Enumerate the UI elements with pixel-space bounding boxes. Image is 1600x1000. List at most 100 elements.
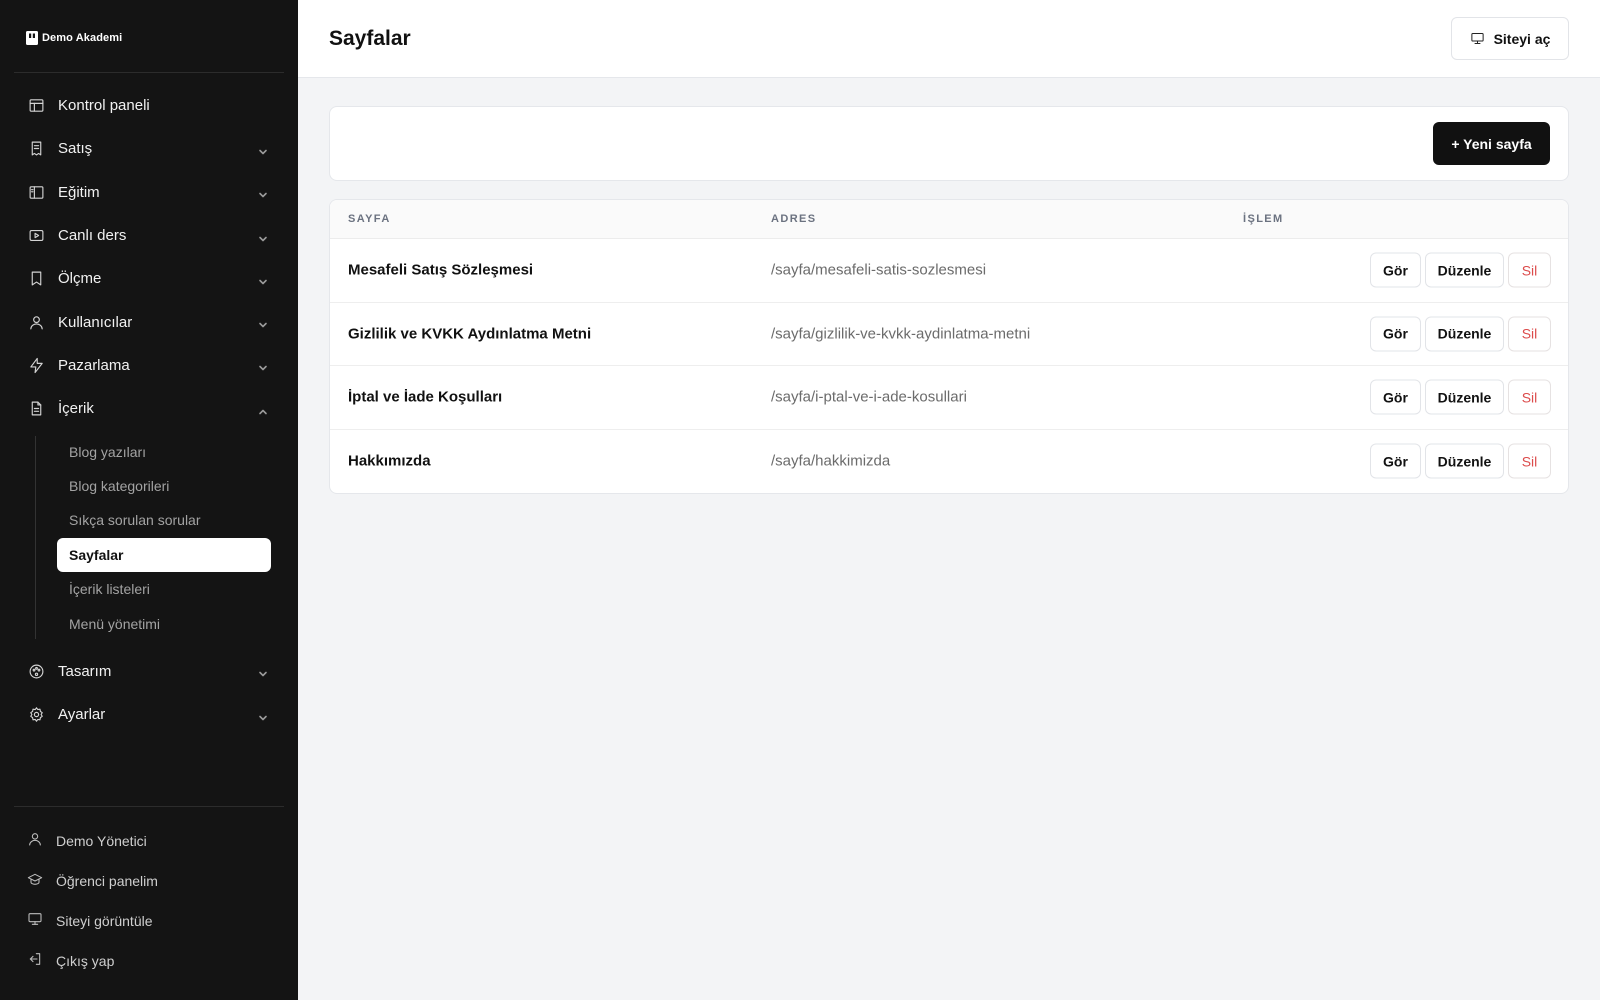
table-row: Hakkımızda /sayfa/hakkimizda Gör Düzenle… [330, 430, 1568, 494]
table-row: Gizlilik ve KVKK Aydınlatma Metni /sayfa… [330, 303, 1568, 366]
nav-item-kullanicilar[interactable]: Kullanıcılar [14, 300, 284, 343]
nav-item-label: Pazarlama [58, 356, 130, 374]
toolbar-card: + Yeni sayfa [329, 106, 1569, 181]
subnav-item-menu-yonetimi[interactable]: Menü yönetimi [57, 606, 271, 640]
footer-item-label: Çıkış yap [56, 953, 115, 969]
view-button[interactable]: Gör [1370, 379, 1421, 415]
subnav-item-label: Menü yönetimi [69, 615, 161, 632]
footer-item-view-site[interactable]: Siteyi görüntüle [14, 901, 284, 941]
subnav-item-label: Blog yazıları [69, 443, 147, 460]
footer-item-label: Siteyi görüntüle [56, 913, 153, 929]
page-url: /sayfa/mesafeli-satis-sozlesmesi [771, 261, 987, 279]
footer-item-student-panel[interactable]: Öğrenci panelim [14, 861, 284, 901]
dashboard-icon [27, 97, 45, 115]
user-icon [27, 831, 43, 852]
sidebar-divider [14, 806, 284, 807]
graduation-cap-icon [27, 871, 43, 892]
nav-item-canli-ders[interactable]: Canlı ders [14, 214, 284, 257]
open-site-label: Siteyi aç [1493, 30, 1551, 47]
chevron-down-icon [258, 231, 268, 241]
table-row: Mesafeli Satış Sözleşmesi /sayfa/mesafel… [330, 239, 1568, 303]
chevron-down-icon [258, 360, 268, 371]
user-icon [27, 313, 45, 331]
nav-item-satis[interactable]: Satış [14, 127, 284, 170]
receipt-icon [27, 140, 45, 158]
chevron-down-icon [258, 144, 268, 155]
brand-name: Demo Akademi [42, 32, 123, 44]
subnav-item-label: Sayfalar [69, 546, 124, 563]
edit-button[interactable]: Düzenle [1425, 379, 1504, 415]
row-actions: Gör Düzenle Sil [1370, 443, 1551, 479]
monitor-icon [1470, 33, 1484, 44]
chevron-down-icon [258, 710, 268, 720]
page-name: İptal ve İade Koşulları [348, 388, 503, 406]
delete-button[interactable]: Sil [1508, 443, 1551, 479]
delete-button[interactable]: Sil [1508, 252, 1551, 288]
document-icon [27, 400, 45, 418]
edit-button[interactable]: Düzenle [1425, 316, 1504, 352]
nav-item-label: Kontrol paneli [58, 97, 150, 115]
footer-item-logout[interactable]: Çıkış yap [14, 941, 284, 981]
subnav-item-label: İçerik listeleri [69, 581, 150, 598]
page-name: Hakkımızda [348, 452, 431, 470]
content-subnav: Blog yazıları Blog kategorileri Sıkça so… [35, 434, 284, 640]
edit-button[interactable]: Düzenle [1425, 443, 1504, 479]
subnav-item-label: Sıkça sorulan sorular [69, 512, 201, 529]
sidebar: Demo Akademi Kontrol paneli Satış Eğitim [0, 0, 298, 1000]
footer-item-label: Demo Yönetici [56, 833, 147, 849]
edit-button[interactable]: Düzenle [1425, 252, 1504, 288]
delete-button[interactable]: Sil [1508, 379, 1551, 415]
nav-item-kontrol-paneli[interactable]: Kontrol paneli [14, 84, 284, 127]
footer-item-profile[interactable]: Demo Yönetici [14, 821, 284, 861]
footer-item-label: Öğrenci panelim [56, 873, 158, 889]
main-nav: Kontrol paneli Satış Eğitim Canlı ders Ö… [14, 84, 284, 736]
column-header-sayfa: SAYFA [348, 213, 391, 225]
bookmark-icon [27, 270, 45, 288]
row-actions: Gör Düzenle Sil [1370, 379, 1551, 415]
nav-item-label: Canlı ders [58, 227, 127, 245]
nav-item-label: Tasarım [58, 662, 112, 680]
subnav-item-blog-kategorileri[interactable]: Blog kategorileri [57, 469, 271, 503]
page-url: /sayfa/gizlilik-ve-kvkk-aydinlatma-metni [771, 325, 1031, 343]
row-actions: Gör Düzenle Sil [1370, 316, 1551, 352]
chevron-down-icon [258, 187, 268, 198]
book-icon [27, 183, 45, 201]
nav-item-label: İçerik [58, 400, 94, 418]
page-name: Gizlilik ve KVKK Aydınlatma Metni [348, 325, 592, 343]
subnav-item-label: Blog kategorileri [69, 477, 170, 494]
nav-item-label: Ölçme [58, 270, 102, 288]
view-button[interactable]: Gör [1370, 316, 1421, 352]
pages-table: SAYFA ADRES İŞLEM Mesafeli Satış Sözleşm… [329, 199, 1569, 494]
video-icon [27, 227, 45, 245]
nav-item-egitim[interactable]: Eğitim [14, 171, 284, 214]
subnav-item-blog-yazilari[interactable]: Blog yazıları [57, 434, 271, 468]
sidebar-divider [14, 72, 284, 73]
column-header-adres: ADRES [771, 213, 817, 225]
nav-item-pazarlama[interactable]: Pazarlama [14, 344, 284, 387]
view-button[interactable]: Gör [1370, 252, 1421, 288]
column-header-islem: İŞLEM [1243, 213, 1284, 225]
new-page-button[interactable]: + Yeni sayfa [1433, 122, 1550, 165]
subnav-item-sayfalar[interactable]: Sayfalar [57, 537, 271, 572]
view-button[interactable]: Gör [1370, 443, 1421, 479]
palette-icon [27, 662, 45, 680]
subnav-item-sss[interactable]: Sıkça sorulan sorular [57, 503, 271, 537]
logo-icon [26, 31, 38, 45]
gear-icon [27, 706, 45, 724]
nav-item-icerik[interactable]: İçerik [14, 387, 284, 430]
row-actions: Gör Düzenle Sil [1370, 252, 1551, 288]
nav-item-olcme[interactable]: Ölçme [14, 257, 284, 300]
sidebar-footer: Demo Yönetici Öğrenci panelim Siteyi gör… [14, 821, 284, 981]
logout-icon [27, 951, 43, 972]
nav-item-tasarim[interactable]: Tasarım [14, 650, 284, 693]
brand[interactable]: Demo Akademi [26, 31, 122, 45]
subnav-item-icerik-listeleri[interactable]: İçerik listeleri [57, 572, 271, 606]
nav-item-label: Ayarlar [58, 706, 106, 724]
monitor-icon [27, 911, 43, 932]
page-name: Mesafeli Satış Sözleşmesi [348, 261, 534, 279]
chevron-down-icon [258, 274, 268, 285]
chevron-up-icon [258, 404, 268, 415]
nav-item-ayarlar[interactable]: Ayarlar [14, 693, 284, 736]
delete-button[interactable]: Sil [1508, 316, 1551, 352]
open-site-button[interactable]: Siteyi aç [1451, 17, 1569, 60]
